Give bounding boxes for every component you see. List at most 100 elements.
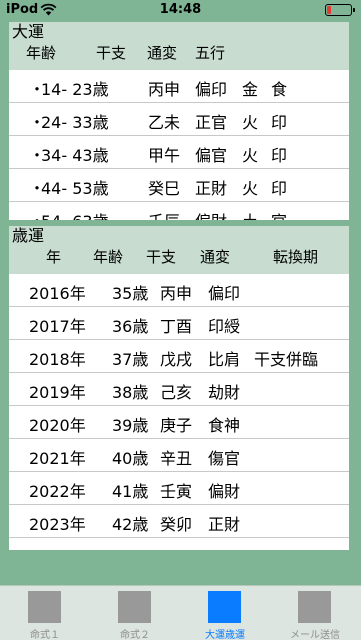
- saiun-title: 歳運: [12, 226, 45, 245]
- taiun-kanshi: 乙未: [148, 113, 181, 132]
- taiun-list[interactable]: ・ 14- 23歳 丙申 偏印金食・ 24- 33歳 乙未 正官火印・ 34- 43歳 甲午 偏官…: [9, 70, 349, 220]
- saiun-tsuhen: 食神: [208, 416, 241, 435]
- saiun-header-kanshi: 干支: [146, 248, 177, 266]
- saiun-header-tenkanki: 転換期: [273, 248, 319, 266]
- taiun-gogyo-1: 土: [242, 208, 258, 220]
- taiun-gogyo-1: 火: [242, 146, 259, 165]
- tab-taiun-saiun-label: 大運歳運: [205, 630, 245, 640]
- taiun-age: 54- 63歳: [41, 208, 109, 220]
- taiun-tsuhen: 偏財: [195, 208, 227, 220]
- saiun-year: 2018年: [29, 350, 86, 369]
- battery-icon: [325, 4, 355, 16]
- saiun-row[interactable]: 2017年 36歳 丁酉 印綬: [9, 307, 349, 340]
- saiun-tsuhen: 劫財: [208, 383, 241, 402]
- saiun-tsuhen: 傷官: [208, 449, 241, 468]
- taiun-gogyo-2: 印: [271, 146, 288, 165]
- taiun-age: 24- 33歳: [41, 113, 109, 132]
- taiun-gogyo-1: 火: [242, 113, 259, 132]
- saiun-year: 2017年: [29, 317, 86, 336]
- saiun-kanshi: 庚子: [160, 416, 193, 435]
- taiun-gogyo-2: 食: [271, 80, 288, 99]
- placeholder-icon: [208, 591, 241, 623]
- taiun-gogyo-2: 官: [271, 208, 287, 220]
- placeholder-icon: [118, 591, 151, 623]
- taiun-age: 44- 53歳: [41, 179, 109, 198]
- taiun-row[interactable]: ・ 14- 23歳 丙申 偏印金食: [9, 70, 349, 103]
- tab-meishiki-1[interactable]: 命式１: [0, 586, 90, 640]
- taiun-gogyo-2: 印: [271, 179, 288, 198]
- saiun-tenkanki: 干支併臨: [254, 350, 319, 369]
- saiun-header-row: 年 年齢 干支 通変 転換期: [9, 246, 349, 266]
- placeholder-icon: [298, 591, 331, 623]
- saiun-row[interactable]: 2019年 38歳 己亥 劫財: [9, 373, 349, 406]
- saiun-row[interactable]: 2022年 41歳 壬寅 偏財: [9, 472, 349, 505]
- saiun-year: 2023年: [29, 515, 86, 534]
- status-bar: iPod 14:48: [0, 0, 361, 20]
- taiun-kanshi: 丙申: [148, 80, 181, 99]
- taiun-gogyo-1: 金: [242, 80, 259, 99]
- taiun-kanshi: 癸巳: [148, 179, 181, 198]
- saiun-row[interactable]: 2020年 39歳 庚子 食神: [9, 406, 349, 439]
- saiun-age: 37歳: [112, 350, 149, 369]
- saiun-header-age: 年齢: [93, 248, 124, 266]
- taiun-age: 14- 23歳: [41, 80, 109, 99]
- taiun-header-tsuhen: 通変: [147, 44, 178, 62]
- saiun-kanshi: 壬寅: [160, 482, 193, 501]
- saiun-age: 35歳: [112, 284, 149, 303]
- saiun-year: 2022年: [29, 482, 86, 501]
- tab-meishiki-1-label: 命式１: [30, 630, 60, 640]
- saiun-kanshi: 丁酉: [160, 317, 193, 336]
- taiun-age: 34- 43歳: [41, 146, 109, 165]
- saiun-year: 2016年: [29, 284, 86, 303]
- clock-time: 14:48: [159, 2, 202, 17]
- taiun-gogyo-2: 印: [271, 113, 288, 132]
- saiun-row[interactable]: 2018年 37歳 戊戌 比肩 干支併臨: [9, 340, 349, 373]
- saiun-age: 39歳: [112, 416, 149, 435]
- saiun-tsuhen: 偏財: [208, 482, 241, 501]
- saiun-row[interactable]: 2023年 42歳 癸卯 正財: [9, 505, 349, 538]
- saiun-tsuhen: 印綬: [208, 317, 241, 336]
- taiun-header-row: 年齢 干支 通変 五行: [9, 42, 349, 62]
- tab-taiun-saiun[interactable]: 大運歳運: [180, 586, 270, 640]
- saiun-header-tsuhen: 通変: [200, 248, 231, 266]
- taiun-row[interactable]: ・ 44- 53歳 癸巳 正財火印: [9, 169, 349, 202]
- saiun-age: 42歳: [112, 515, 149, 534]
- taiun-header-kanshi: 干支: [96, 44, 127, 62]
- taiun-header-gogyo: 五行: [195, 44, 226, 62]
- saiun-header-year: 年: [46, 248, 62, 266]
- saiun-age: 36歳: [112, 317, 149, 336]
- tab-meishiki-2[interactable]: 命式２: [90, 586, 180, 640]
- tab-mail[interactable]: メール送信: [270, 586, 360, 640]
- tab-bar: 命式１ 命式２ 大運歳運 メール送信: [0, 585, 361, 640]
- tab-mail-label: メール送信: [290, 630, 340, 640]
- saiun-kanshi: 癸卯: [160, 515, 193, 534]
- saiun-tsuhen: 偏印: [208, 284, 241, 303]
- taiun-header-age: 年齢: [26, 44, 57, 62]
- saiun-kanshi: 戊戌: [160, 350, 193, 369]
- saiun-kanshi: 丙申: [160, 284, 193, 303]
- saiun-section: 歳運 年 年齢 干支 通変 転換期 2016年 35歳 丙申 偏印 2017年 36歳 丁酉…: [9, 226, 349, 550]
- saiun-year: 2019年: [29, 383, 86, 402]
- taiun-tsuhen: 偏官: [195, 146, 228, 165]
- saiun-list[interactable]: 2016年 35歳 丙申 偏印 2017年 36歳 丁酉 印綬 2018年 37歳 戊戌 比肩 干支併臨…: [9, 274, 349, 550]
- placeholder-icon: [28, 591, 61, 623]
- saiun-age: 38歳: [112, 383, 149, 402]
- saiun-year: 2020年: [29, 416, 86, 435]
- taiun-tsuhen: 偏印: [195, 80, 228, 99]
- taiun-tsuhen: 正官: [195, 113, 228, 132]
- saiun-age: 41歳: [112, 482, 149, 501]
- saiun-row[interactable]: 2016年 35歳 丙申 偏印: [9, 274, 349, 307]
- taiun-gogyo-1: 火: [242, 179, 259, 198]
- taiun-row[interactable]: ・ 34- 43歳 甲午 偏官火印: [9, 136, 349, 169]
- saiun-kanshi: 己亥: [160, 383, 193, 402]
- taiun-row[interactable]: ・ 24- 33歳 乙未 正官火印: [9, 103, 349, 136]
- saiun-row[interactable]: 2021年 40歳 辛丑 傷官: [9, 439, 349, 472]
- saiun-tsuhen: 正財: [208, 515, 241, 534]
- saiun-year: 2021年: [29, 449, 86, 468]
- taiun-tsuhen: 正財: [195, 179, 228, 198]
- battery-level: [327, 6, 331, 14]
- saiun-tsuhen: 比肩: [208, 350, 241, 369]
- tab-meishiki-2-label: 命式２: [120, 630, 150, 640]
- taiun-kanshi: 甲午: [148, 146, 181, 165]
- taiun-row[interactable]: ・54- 63歳壬辰偏財土官: [9, 202, 349, 220]
